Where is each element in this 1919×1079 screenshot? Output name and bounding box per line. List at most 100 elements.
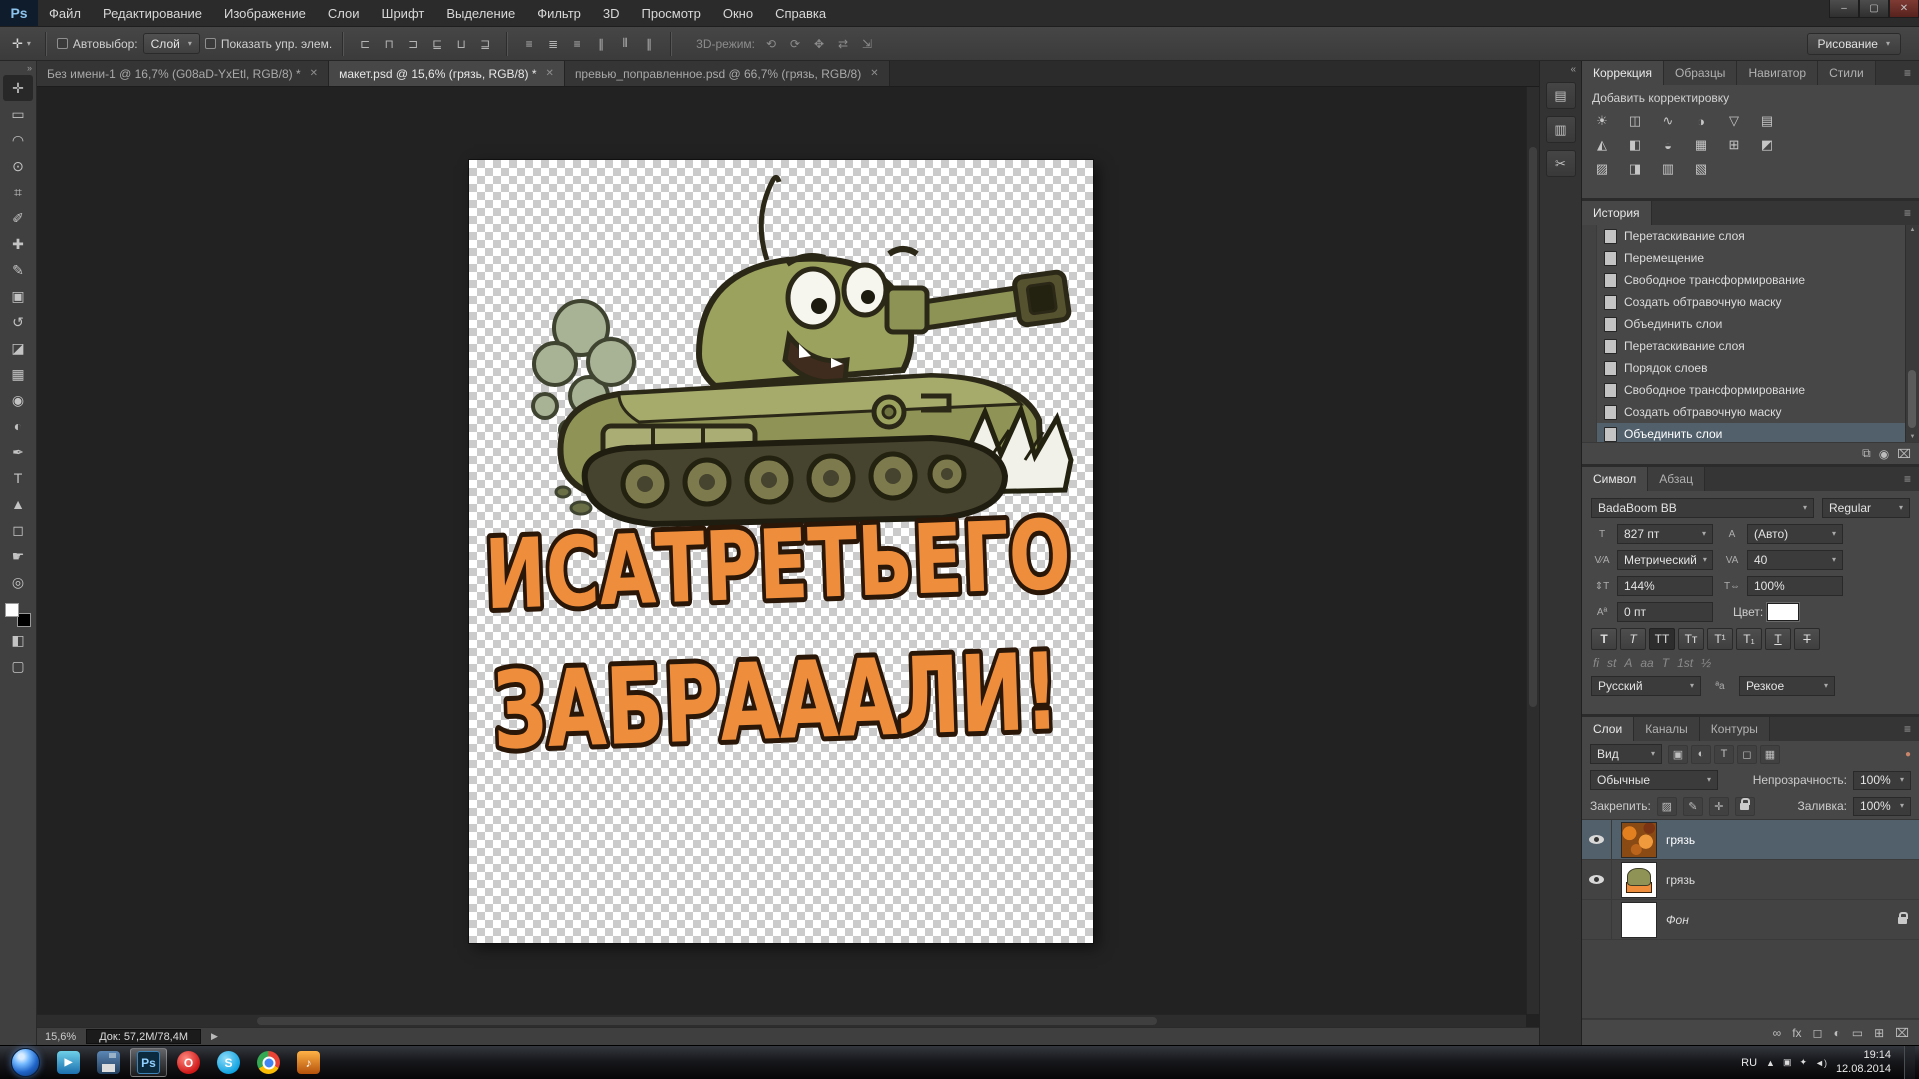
horizontal-scrollbar-thumb[interactable]	[257, 1017, 1157, 1025]
media-app-icon[interactable]: ▶	[50, 1048, 87, 1077]
lock-all-icon[interactable]	[1735, 797, 1755, 816]
kerning-field[interactable]: Метрический ▾	[1617, 550, 1713, 570]
quick-selection-tool-icon[interactable]: ⊙	[3, 153, 33, 179]
3d-scale-icon[interactable]: ⇲	[856, 34, 878, 54]
workspace-switcher[interactable]: Рисование ▾	[1807, 33, 1901, 55]
filter-toggle-icon[interactable]: ●	[1905, 749, 1911, 760]
foreground-color-swatch[interactable]	[5, 603, 19, 617]
history-state[interactable]: Создать обтравочную маску	[1582, 291, 1905, 313]
panel-tab[interactable]: Коррекция	[1582, 61, 1664, 85]
filter-shape-layers-icon[interactable]: ◻	[1737, 745, 1757, 764]
path-select-tool-icon[interactable]: ▲	[3, 491, 33, 517]
hue-saturation-icon[interactable]: ▤	[1755, 111, 1779, 131]
3d-slide-icon[interactable]: ⇄	[832, 34, 854, 54]
healing-brush-tool-icon[interactable]: ✚	[3, 231, 33, 257]
status-options-icon[interactable]: ▶	[211, 1031, 218, 1042]
panel-menu-icon[interactable]: ≡	[1896, 201, 1919, 225]
volume-tray-icon[interactable]: ◄)	[1815, 1058, 1827, 1068]
language-dropdown[interactable]: Русский ▾	[1591, 676, 1701, 696]
menu-item[interactable]: Изображение	[213, 0, 317, 26]
filter-type-dropdown[interactable]: Вид ▾	[1590, 744, 1662, 764]
font-size-field[interactable]: 827 пт ▾	[1617, 524, 1713, 544]
show-desktop-button[interactable]	[1904, 1046, 1915, 1079]
layer-effects-icon[interactable]: fx	[1792, 1026, 1801, 1040]
titling-alternates-icon[interactable]: T	[1662, 656, 1669, 670]
lock-position-icon[interactable]: ✛	[1709, 797, 1729, 816]
collapsed-panel-group-2-icon[interactable]: ▥	[1546, 116, 1576, 143]
distribute-h-center-icon[interactable]: ⫴	[614, 34, 636, 54]
adjustment-layer-icon[interactable]: ◐	[1834, 1026, 1841, 1040]
font-style-dropdown[interactable]: Regular ▾	[1822, 498, 1910, 518]
align-h-center-icon[interactable]: ⊓	[378, 34, 400, 54]
background-color-swatch[interactable]	[17, 613, 31, 627]
грязь[interactable]: грязь	[1582, 820, 1919, 860]
document-tab[interactable]: Без имени-1 @ 16,7% (G08aD-YxEtl, RGB/8)…	[37, 61, 329, 86]
history-state[interactable]: Объединить слои	[1582, 423, 1905, 442]
usb-tray-icon[interactable]: ✦	[1799, 1057, 1807, 1068]
history-source-well[interactable]	[1582, 313, 1597, 335]
threshold-icon[interactable]: ◨	[1623, 159, 1647, 179]
menu-item[interactable]: Фильтр	[526, 0, 592, 26]
panel-tab[interactable]: Образцы	[1664, 61, 1737, 85]
layer-thumbnail[interactable]	[1621, 902, 1657, 938]
lock-transparency-icon[interactable]: ▨	[1657, 797, 1677, 816]
text-color-swatch[interactable]	[1767, 603, 1799, 621]
tab-close-icon[interactable]: ✕	[310, 68, 318, 79]
menu-item[interactable]: Окно	[712, 0, 764, 26]
blur-tool-icon[interactable]: ◉	[3, 387, 33, 413]
restore-button[interactable]: ▢	[1859, 0, 1889, 18]
menu-item[interactable]: Просмотр	[631, 0, 712, 26]
distribute-top-icon[interactable]: ≡	[518, 34, 540, 54]
autoselect-checkbox[interactable]	[57, 38, 68, 49]
eraser-tool-icon[interactable]: ◪	[3, 335, 33, 361]
history-state[interactable]: Создать обтравочную маску	[1582, 401, 1905, 423]
new-snapshot-icon[interactable]: ◉	[1879, 447, 1889, 461]
font-family-dropdown[interactable]: BadaBoom BB ▾	[1591, 498, 1814, 518]
strikethrough-icon[interactable]: T	[1794, 628, 1820, 650]
superscript-icon[interactable]: T¹	[1707, 628, 1733, 650]
vertical-scrollbar-thumb[interactable]	[1529, 147, 1537, 707]
panel-tab[interactable]: Каналы	[1634, 717, 1700, 741]
history-source-well[interactable]	[1582, 423, 1597, 442]
type-tool-icon[interactable]: T	[3, 465, 33, 491]
display-tray-icon[interactable]: ▣	[1783, 1057, 1792, 1068]
vertical-scale-field[interactable]: 144%	[1617, 576, 1713, 596]
align-left-icon[interactable]: ⊏	[354, 34, 376, 54]
opera-app-icon[interactable]: O	[170, 1048, 207, 1077]
panel-menu-icon[interactable]: ≡	[1896, 717, 1919, 741]
menu-item[interactable]: 3D	[592, 0, 631, 26]
current-tool-dropdown[interactable]: ✛ ▾	[8, 36, 35, 52]
photo-filter-icon[interactable]: ◒	[1656, 135, 1680, 155]
brightness-contrast-icon[interactable]: ☀	[1590, 111, 1614, 131]
levels-icon[interactable]: ◫	[1623, 111, 1647, 131]
hidden-icons-arrow-icon[interactable]: ▲	[1766, 1058, 1775, 1068]
scroll-up-icon[interactable]: ▲	[1910, 227, 1916, 233]
minimize-button[interactable]: –	[1829, 0, 1859, 18]
fractions-icon[interactable]: ½	[1701, 656, 1711, 670]
menu-item[interactable]: Редактирование	[92, 0, 213, 26]
align-bottom-icon[interactable]: ⊒	[474, 34, 496, 54]
menu-item[interactable]: Файл	[38, 0, 92, 26]
all-caps-icon[interactable]: TT	[1649, 628, 1675, 650]
panel-tab[interactable]: Абзац	[1648, 467, 1705, 491]
move-tool-icon[interactable]: ✛	[3, 75, 33, 101]
eyedropper-tool-icon[interactable]: ✐	[3, 205, 33, 231]
underline-icon[interactable]: T	[1765, 628, 1791, 650]
subscript-icon[interactable]: T₁	[1736, 628, 1762, 650]
panel-tab[interactable]: Символ	[1582, 467, 1648, 491]
collapsed-panel-group-1-icon[interactable]: ▤	[1546, 82, 1576, 109]
history-state[interactable]: Объединить слои	[1582, 313, 1905, 335]
history-source-well[interactable]	[1582, 291, 1597, 313]
player-app-icon[interactable]: ♪	[290, 1048, 327, 1077]
delete-layer-icon[interactable]: ⌧	[1895, 1026, 1909, 1040]
autoselect-target-dropdown[interactable]: Слой ▾	[143, 33, 200, 54]
brush-tool-icon[interactable]: ✎	[3, 257, 33, 283]
3d-roll-icon[interactable]: ⟳	[784, 34, 806, 54]
collapsed-scissors-panel-icon[interactable]: ✂	[1546, 150, 1576, 177]
history-source-well[interactable]	[1582, 401, 1597, 423]
distribute-v-center-icon[interactable]: ≣	[542, 34, 564, 54]
zoom-level[interactable]: 15,6%	[45, 1031, 76, 1043]
layer-visibility-toggle[interactable]	[1582, 860, 1612, 899]
history-source-well[interactable]	[1582, 357, 1597, 379]
ordinals-icon[interactable]: 1st	[1677, 656, 1693, 670]
